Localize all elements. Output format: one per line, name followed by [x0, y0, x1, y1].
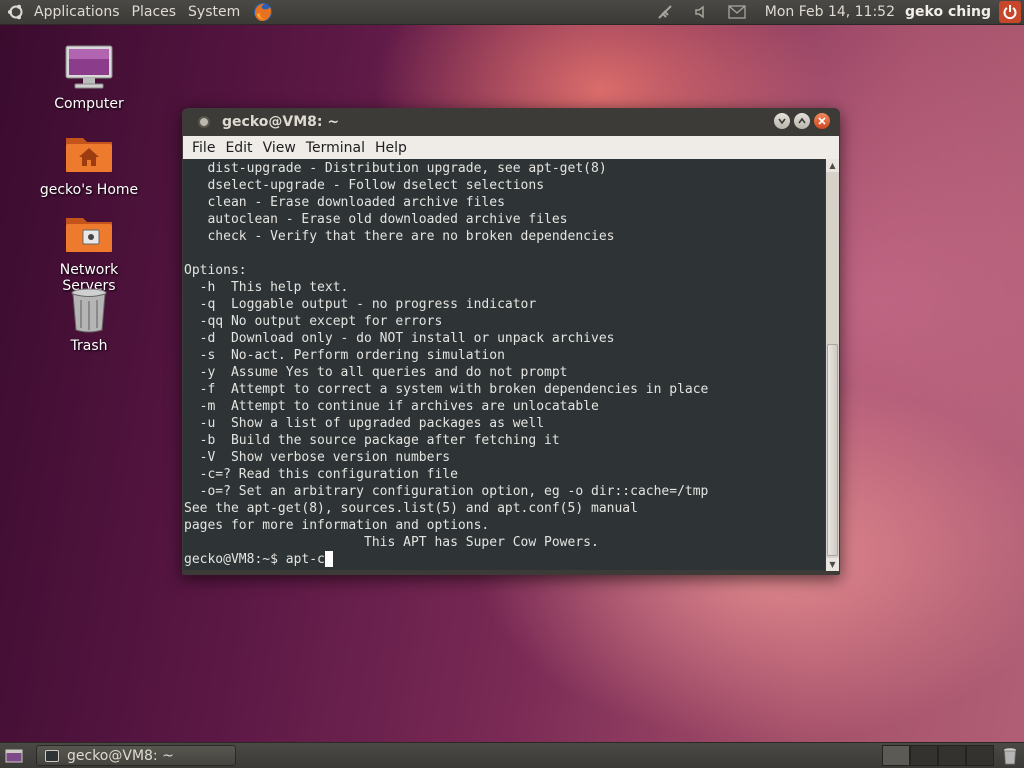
maximize-button[interactable] — [794, 113, 810, 129]
scroll-up-arrow-icon[interactable]: ▲ — [826, 159, 839, 172]
firefox-launcher-icon[interactable] — [252, 1, 274, 23]
scrollbar-thumb[interactable] — [827, 344, 838, 556]
ubuntu-logo-icon[interactable] — [6, 2, 26, 22]
mail-icon[interactable] — [728, 3, 746, 21]
applications-menu[interactable]: Applications — [28, 4, 126, 20]
terminal-output[interactable]: dist-upgrade - Distribution upgrade, see… — [183, 159, 825, 570]
network-folder-icon — [63, 210, 115, 258]
user-menu[interactable]: geko ching — [905, 4, 991, 20]
power-icon[interactable] — [999, 1, 1021, 23]
menu-terminal[interactable]: Terminal — [301, 140, 370, 156]
workspace-switcher — [882, 745, 994, 766]
volume-icon[interactable] — [692, 3, 710, 21]
desktop-icon-network-servers[interactable]: Network Servers — [34, 210, 144, 294]
show-desktop-icon[interactable] — [4, 747, 24, 765]
window-menu-icon[interactable] — [198, 116, 210, 128]
terminal-menu-bar: File Edit View Terminal Help — [182, 136, 840, 159]
scroll-down-arrow-icon[interactable]: ▼ — [826, 558, 839, 571]
panel-tray: Mon Feb 14, 11:52 geko ching — [647, 0, 1024, 24]
close-button[interactable] — [814, 113, 830, 129]
desktop-icon-computer[interactable]: Computer — [34, 44, 144, 112]
terminal-window[interactable]: gecko@VM8: ~ File Edit View Terminal Hel… — [182, 108, 840, 575]
window-title: gecko@VM8: ~ — [222, 114, 340, 130]
clock[interactable]: Mon Feb 14, 11:52 — [765, 4, 895, 20]
system-menu[interactable]: System — [182, 4, 246, 20]
prompt: gecko@VM8:~$ — [184, 552, 286, 567]
task-label: gecko@VM8: ~ — [67, 747, 174, 764]
terminal-lines: dist-upgrade - Distribution upgrade, see… — [184, 161, 709, 550]
trash-icon — [63, 286, 115, 334]
workspace-4[interactable] — [966, 745, 994, 766]
menu-file[interactable]: File — [187, 140, 220, 156]
workspace-1[interactable] — [882, 745, 910, 766]
trash-applet-icon[interactable] — [1000, 746, 1020, 766]
text-cursor — [324, 551, 333, 567]
window-controls — [774, 113, 830, 129]
taskbar-terminal-button[interactable]: gecko@VM8: ~ — [36, 745, 236, 766]
workspace-2[interactable] — [910, 745, 938, 766]
terminal-icon — [45, 749, 59, 762]
menu-edit[interactable]: Edit — [220, 140, 257, 156]
network-icon[interactable] — [656, 3, 674, 21]
computer-icon — [63, 44, 115, 92]
desktop-icon-home[interactable]: gecko's Home — [34, 130, 144, 198]
bottom-panel: gecko@VM8: ~ — [0, 742, 1024, 768]
top-panel: Applications Places System Mon Feb 14, 1… — [0, 0, 1024, 25]
window-title-bar[interactable]: gecko@VM8: ~ — [182, 108, 840, 136]
places-menu[interactable]: Places — [126, 4, 183, 20]
desktop-icon-label: gecko's Home — [39, 182, 139, 198]
minimize-button[interactable] — [774, 113, 790, 129]
desktop-icon-trash[interactable]: Trash — [34, 286, 144, 354]
workspace-3[interactable] — [938, 745, 966, 766]
terminal-text: dist-upgrade - Distribution upgrade, see… — [183, 160, 708, 568]
menu-view[interactable]: View — [258, 140, 301, 156]
desktop-icon-label: Computer — [54, 96, 124, 112]
menu-help[interactable]: Help — [370, 140, 412, 156]
home-folder-icon — [63, 130, 115, 178]
command-input[interactable]: apt-c — [286, 552, 325, 567]
scrollbar[interactable]: ▲ ▼ — [826, 159, 839, 571]
desktop-icon-label: Trash — [70, 338, 108, 354]
